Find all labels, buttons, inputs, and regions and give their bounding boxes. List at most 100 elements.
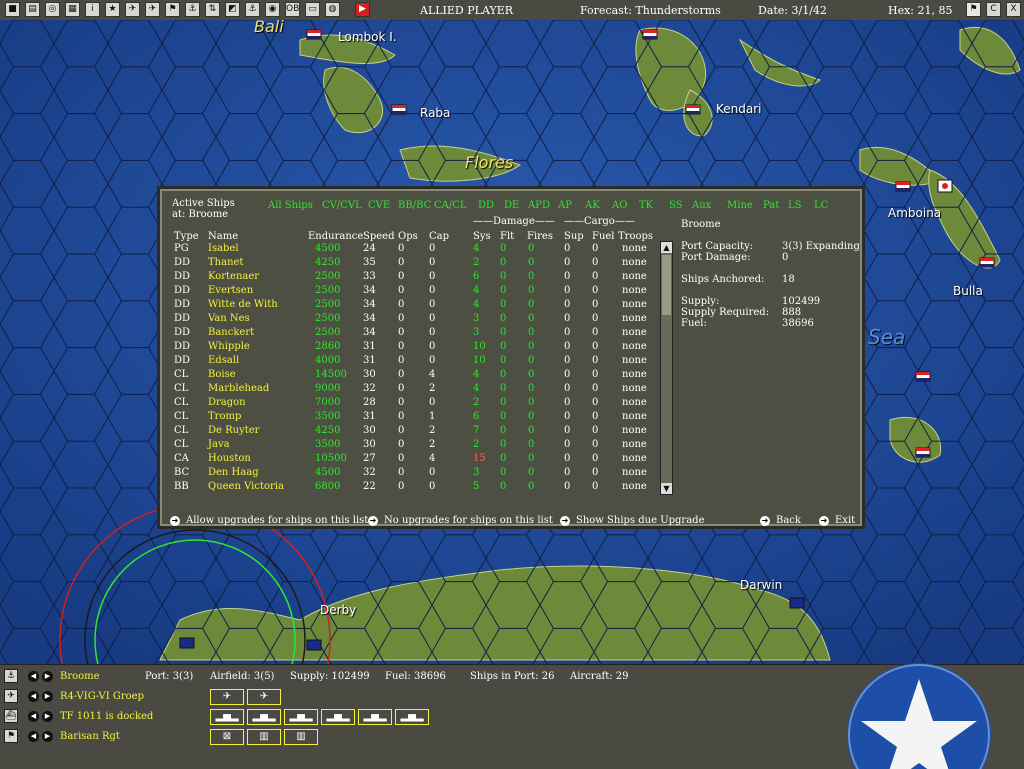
col-header-fuel[interactable]: Fuel	[592, 231, 615, 242]
no-upgrades-button[interactable]: ➔ No upgrades for ships on this list	[368, 515, 553, 526]
filter-ss[interactable]: SS	[669, 200, 683, 211]
filter-aux[interactable]: Aux	[692, 200, 711, 211]
ship-list-scrollbar[interactable]: ▲ ▼	[660, 241, 673, 495]
col-header-sup[interactable]: Sup	[564, 231, 584, 242]
table-row[interactable]: DD Van Nes 2500 34 0 0 3 0 0 0 0 none	[160, 313, 660, 327]
cell-name[interactable]: Thanet	[208, 257, 243, 268]
cell-name[interactable]: Kortenaer	[208, 271, 259, 282]
table-row[interactable]: DD Edsall 4000 31 0 0 10 0 0 0 0 none	[160, 355, 660, 369]
filter-tk[interactable]: TK	[639, 200, 653, 211]
cell-name[interactable]: Whipple	[208, 341, 250, 352]
show-upgrade-button[interactable]: ➔ Show Ships due Upgrade	[560, 515, 704, 526]
air-group-button[interactable]: ✈	[247, 689, 281, 705]
cell-name[interactable]: Den Haag	[208, 467, 259, 478]
ob-button[interactable]: OB	[285, 2, 300, 17]
filter-ak[interactable]: AK	[585, 200, 600, 211]
air-icon[interactable]: ✈	[125, 2, 140, 17]
filter-ls[interactable]: LS	[788, 200, 802, 211]
swap-icon[interactable]: ⇅	[205, 2, 220, 17]
prev-base-icon[interactable]: ◀	[28, 671, 39, 682]
exit-button[interactable]: ➔ Exit	[819, 515, 855, 526]
land-unit-button[interactable]: ▥	[284, 729, 318, 745]
globe-icon[interactable]: ◉	[265, 2, 280, 17]
cell-name[interactable]: Tromp	[208, 411, 241, 422]
filter-bb-bc[interactable]: BB/BC	[398, 200, 431, 211]
col-header-flt[interactable]: Flt	[500, 231, 514, 242]
table-row[interactable]: DD Evertsen 2500 34 0 0 4 0 0 0 0 none	[160, 285, 660, 299]
c-button[interactable]: C	[986, 2, 1001, 17]
air-group-button[interactable]: ✈	[210, 689, 244, 705]
filter-pat[interactable]: Pat	[763, 200, 779, 211]
table-row[interactable]: CA Houston 10500 27 0 4 15 0 0 0 0 none	[160, 453, 660, 467]
table-row[interactable]: DD Kortenaer 2500 33 0 0 6 0 0 0 0 none	[160, 271, 660, 285]
filter-ap[interactable]: AP	[558, 200, 572, 211]
table-row[interactable]: DD Witte de With 2500 34 0 0 4 0 0 0 0 none	[160, 299, 660, 313]
table-row[interactable]: DD Whipple 2860 31 0 0 10 0 0 0 0 none	[160, 341, 660, 355]
table-row[interactable]: DD Thanet 4250 35 0 0 2 0 0 0 0 none	[160, 257, 660, 271]
flag-icon[interactable]: ⚑	[165, 2, 180, 17]
ship-silhouette-button[interactable]: ▂▅▂	[284, 709, 318, 725]
ship-silhouette-button[interactable]: ▂▅▂	[247, 709, 281, 725]
table-row[interactable]: DD Banckert 2500 34 0 0 3 0 0 0 0 none	[160, 327, 660, 341]
table-row[interactable]: CL Java 3500 30 0 2 2 0 0 0 0 none	[160, 439, 660, 453]
col-header-fires[interactable]: Fires	[527, 231, 553, 242]
filter-lc[interactable]: LC	[814, 200, 828, 211]
aircraft-icon[interactable]: ✈	[4, 689, 18, 703]
cell-name[interactable]: Java	[208, 439, 230, 450]
prev-tf-icon[interactable]: ◀	[28, 711, 39, 722]
filter-dd[interactable]: DD	[478, 200, 494, 211]
base-name[interactable]: Broome	[60, 671, 100, 682]
cell-name[interactable]: Queen Victoria	[208, 481, 284, 492]
list-icon[interactable]: ▤	[25, 2, 40, 17]
filter-ca-cl[interactable]: CA/CL	[434, 200, 467, 211]
land-unit-button[interactable]: ▥	[247, 729, 281, 745]
ship-silhouette-button[interactable]: ▂▅▂	[210, 709, 244, 725]
cell-name[interactable]: De Ruyter	[208, 425, 259, 436]
target-icon[interactable]: ◎	[45, 2, 60, 17]
cell-name[interactable]: Edsall	[208, 355, 239, 366]
table-row[interactable]: CL Boise 14500 30 0 4 4 0 0 0 0 none	[160, 369, 660, 383]
disc-icon[interactable]: ◍	[325, 2, 340, 17]
cell-name[interactable]: Houston	[208, 453, 251, 464]
anchor-icon[interactable]: ⚓	[4, 669, 18, 683]
table-row[interactable]: CL Dragon 7000 28 0 0 2 0 0 0 0 none	[160, 397, 660, 411]
anchor-icon[interactable]: ⚓	[185, 2, 200, 17]
table-row[interactable]: CL De Ruyter 4250 30 0 2 7 0 0 0 0 none	[160, 425, 660, 439]
table-row[interactable]: BC Den Haag 4500 32 0 0 3 0 0 0 0 none	[160, 467, 660, 481]
star-icon[interactable]: ★	[105, 2, 120, 17]
next-air-icon[interactable]: ▶	[42, 691, 53, 702]
cell-name[interactable]: Van Nes	[208, 313, 250, 324]
prev-air-icon[interactable]: ◀	[28, 691, 39, 702]
end-turn-icon[interactable]: ▶	[355, 2, 370, 17]
report-icon[interactable]: ◩	[225, 2, 240, 17]
task-force-name[interactable]: TF 1011 is docked	[60, 711, 153, 722]
flag-icon[interactable]: ⚑	[966, 2, 981, 17]
filter-ao[interactable]: AO	[612, 200, 627, 211]
cell-name[interactable]: Isabel	[208, 243, 239, 254]
col-header-sys[interactable]: Sys	[473, 231, 491, 242]
table-row[interactable]: CL Marblehead 9000 32 0 2 4 0 0 0 0 none	[160, 383, 660, 397]
ship-silhouette-button[interactable]: ▂▅▂	[395, 709, 429, 725]
cell-name[interactable]: Marblehead	[208, 383, 269, 394]
air2-icon[interactable]: ✈	[145, 2, 160, 17]
grid-icon[interactable]: ▦	[65, 2, 80, 17]
next-land-icon[interactable]: ▶	[42, 731, 53, 742]
panel-icon[interactable]: ▭	[305, 2, 320, 17]
scroll-up-icon[interactable]: ▲	[661, 242, 672, 253]
filter-mine[interactable]: Mine	[727, 200, 753, 211]
next-base-icon[interactable]: ▶	[42, 671, 53, 682]
land-unit-name[interactable]: Barisan Rgt	[60, 731, 120, 742]
scroll-down-icon[interactable]: ▼	[661, 483, 672, 494]
table-row[interactable]: BB Queen Victoria 6800 22 0 0 5 0 0 0 0 none	[160, 481, 660, 495]
close-button[interactable]: X	[1006, 2, 1021, 17]
table-row[interactable]: CL Tromp 3500 31 0 1 6 0 0 0 0 none	[160, 411, 660, 425]
cell-name[interactable]: Dragon	[208, 397, 246, 408]
ship-silhouette-button[interactable]: ▂▅▂	[358, 709, 392, 725]
filter-all-ships[interactable]: All Ships	[268, 200, 313, 211]
scroll-thumb[interactable]	[662, 255, 671, 315]
col-header-speed[interactable]: Speed	[363, 231, 395, 242]
cell-name[interactable]: Witte de With	[208, 299, 278, 310]
map-icon[interactable]: ■	[5, 2, 20, 17]
col-header-cap[interactable]: Cap	[429, 231, 449, 242]
filter-de[interactable]: DE	[504, 200, 519, 211]
